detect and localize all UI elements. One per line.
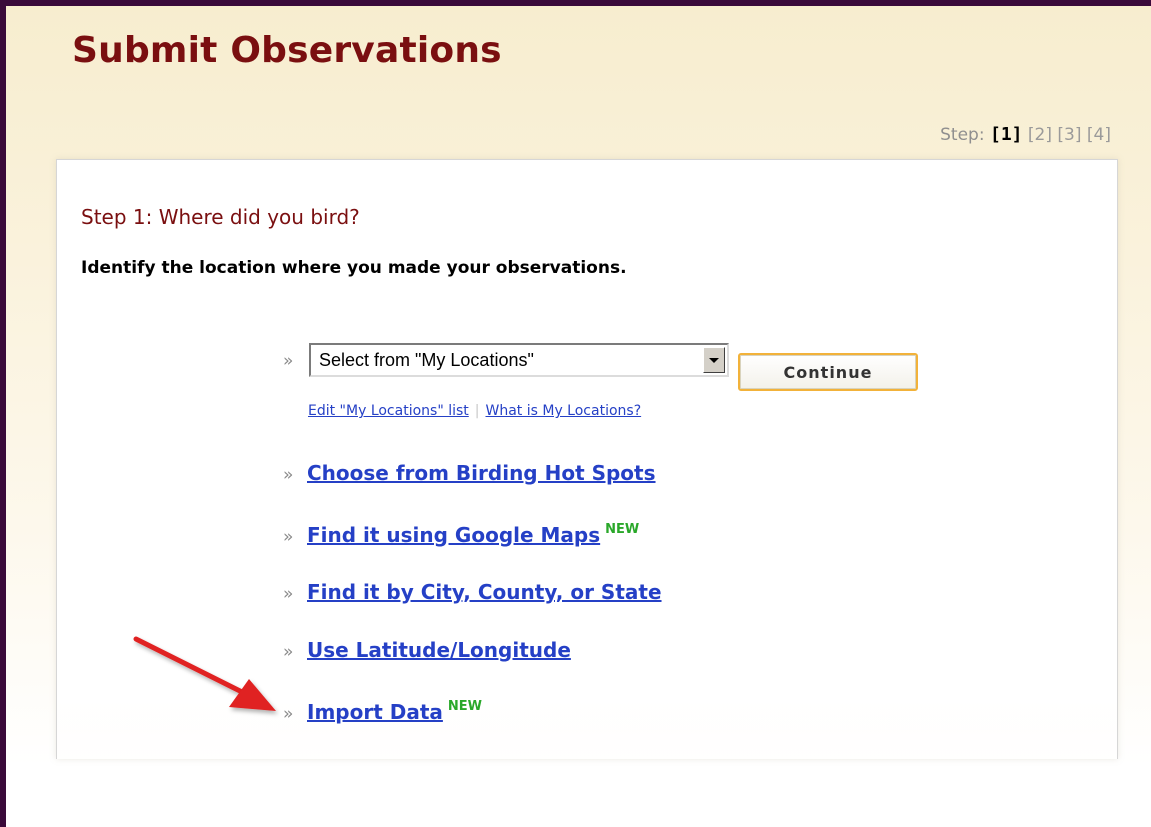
new-badge: NEW — [447, 699, 482, 714]
bullet-icon: » — [283, 704, 294, 724]
dropdown-arrow-icon[interactable] — [703, 347, 725, 373]
edit-my-locations-link[interactable]: Edit "My Locations" list — [308, 403, 469, 419]
option-row-import-data: » Import Data NEW — [283, 699, 482, 724]
annotation-arrow-icon — [133, 636, 276, 711]
option-row-lat-long: » Use Latitude/Longitude — [283, 638, 571, 662]
import-data-link[interactable]: Import Data — [307, 700, 443, 724]
step-link-3[interactable]: [3] — [1057, 125, 1081, 145]
option-row-city-county-state: » Find it by City, County, or State — [283, 580, 662, 604]
my-locations-select-value: Select from "My Locations" — [319, 350, 534, 370]
latitude-longitude-link[interactable]: Use Latitude/Longitude — [307, 638, 571, 662]
link-separator: | — [474, 403, 480, 419]
step-link-4[interactable]: [4] — [1087, 125, 1111, 145]
page-title: Submit Observations — [72, 30, 502, 71]
bullet-icon: » — [283, 351, 294, 371]
continue-button[interactable]: Continue — [738, 353, 918, 391]
step-indicator: Step: [1] [2] [3] [4] — [940, 124, 1111, 145]
bullet-icon: » — [283, 465, 294, 485]
what-is-my-locations-link[interactable]: What is My Locations? — [486, 403, 642, 419]
step-link-2[interactable]: [2] — [1028, 125, 1052, 145]
new-badge: NEW — [605, 522, 640, 537]
step-current: [1] — [989, 124, 1023, 145]
option-row-google-maps: » Find it using Google Maps NEW — [283, 522, 639, 547]
my-locations-select[interactable]: Select from "My Locations" — [309, 343, 729, 377]
choose-hot-spots-link[interactable]: Choose from Birding Hot Spots — [307, 461, 656, 485]
bullet-icon: » — [283, 527, 294, 547]
step-description: Identify the location where you made you… — [81, 258, 627, 278]
my-locations-links: Edit "My Locations" list | What is My Loca… — [308, 403, 641, 419]
bullet-icon: » — [283, 642, 294, 662]
step-heading: Step 1: Where did you bird? — [81, 205, 360, 229]
bullet-icon: » — [283, 584, 294, 604]
google-maps-link[interactable]: Find it using Google Maps — [307, 523, 600, 547]
step-label: Step: — [940, 125, 985, 145]
page-frame: Submit Observations Step: [1] [2] [3] [4… — [0, 0, 1151, 827]
city-county-state-link[interactable]: Find it by City, County, or State — [307, 580, 662, 604]
option-row-hot-spots: » Choose from Birding Hot Spots — [283, 461, 656, 485]
